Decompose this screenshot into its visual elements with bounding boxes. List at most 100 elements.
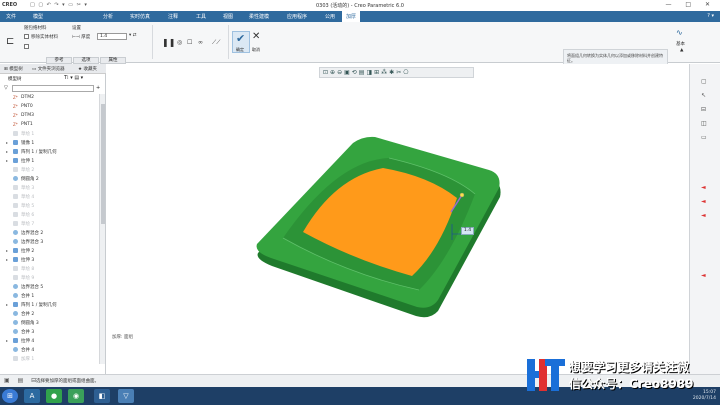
scrollbar-thumb[interactable] [101, 104, 105, 224]
tab-tools[interactable]: 工具 [196, 13, 206, 20]
expand-icon[interactable]: ▸ [6, 248, 8, 253]
tree-scrollbar[interactable] [99, 94, 105, 364]
tab-view[interactable]: 视图 [223, 13, 233, 20]
flip-direction-icon[interactable]: ▾ ⇄ [129, 33, 136, 38]
minimize-button[interactable]: — [665, 1, 677, 8]
expand-icon[interactable]: ▸ [6, 158, 8, 163]
expand-icon[interactable]: ▸ [6, 338, 8, 343]
perspective-icon[interactable]: ⎔ [403, 69, 410, 76]
expand-icon[interactable]: ▸ [6, 257, 8, 262]
alert-icon[interactable]: ◄ [701, 272, 706, 279]
curve-icon[interactable]: ∿ [676, 28, 683, 37]
tab-applications[interactable]: 应用程序 [287, 13, 307, 20]
tab-common[interactable]: 公用 [325, 13, 335, 20]
tree-settings-icon[interactable]: T⁞ ▾ ▤ ▾ [64, 75, 83, 81]
expand-icon[interactable]: ▸ [6, 302, 8, 307]
tree-item[interactable]: 草绘 4 [0, 193, 98, 202]
tab-properties[interactable]: 属性 [100, 57, 126, 64]
tree-item[interactable]: ▸ 拉伸 1 [0, 157, 98, 166]
tree-item[interactable]: 边界混合 3 [0, 238, 98, 247]
preview-icon[interactable]: ◎ [177, 39, 182, 46]
tree-item[interactable]: ▸ 拉伸 3 [0, 256, 98, 265]
tree-item[interactable]: Z* DTM3 [0, 112, 98, 121]
tree-item[interactable]: 草绘 9 [0, 274, 98, 283]
tree-item[interactable]: ▸ 拉伸 4 [0, 337, 98, 346]
tree-item[interactable]: 草绘 1 [0, 130, 98, 139]
tree-item[interactable]: Z* DTM2 [0, 94, 98, 103]
creo-taskbar-icon[interactable]: ▽ [118, 389, 134, 403]
tab-favorites[interactable]: ★ 收藏夹 [78, 66, 97, 72]
close-button[interactable]: ✕ [705, 1, 716, 8]
tab-options[interactable]: 选项 [73, 57, 99, 64]
tree-item[interactable]: ▸ 阵列 1 / 复制几何 [0, 301, 98, 310]
app-taskbar-icon[interactable]: A [24, 389, 40, 403]
status-icons[interactable]: ▣ ▤ ⊟ [4, 377, 39, 384]
tree-item[interactable]: 加厚 1 [0, 355, 98, 364]
tree-item[interactable]: ▸ 阵列 1 / 复制几何 [0, 148, 98, 157]
tree-item[interactable]: 合并 1 [0, 292, 98, 301]
tree-item[interactable]: 草绘 2 [0, 166, 98, 175]
alert-icon[interactable]: ◄ [701, 212, 706, 219]
render-icon[interactable]: ◫ [701, 120, 707, 127]
verify-icon[interactable]: ☐ [187, 39, 192, 46]
tree-search-input[interactable] [12, 85, 94, 92]
properties-icon[interactable]: ▭ [701, 134, 707, 141]
pause-icon[interactable]: ❚❚ [162, 38, 175, 47]
dimension-tag[interactable]: 1.4 [461, 227, 474, 235]
window-controls[interactable]: — □ ✕ [665, 1, 716, 8]
repaint-icon[interactable]: ▣ [344, 69, 352, 76]
start-button[interactable]: ⊞ [2, 389, 18, 403]
tab-live-simulation[interactable]: 实时仿真 [130, 13, 150, 20]
cursor-icon[interactable]: ↖ [701, 92, 706, 99]
tree-item[interactable]: 草绘 5 [0, 202, 98, 211]
tree-item[interactable]: 草绘 8 [0, 265, 98, 274]
alert-icon[interactable]: ◄ [701, 184, 706, 191]
glasses-icon[interactable]: ∞ [198, 39, 203, 46]
retain-copy-checkbox[interactable] [24, 44, 31, 50]
tab-flexible-modeling[interactable]: 柔性建模 [249, 13, 269, 20]
alert-icon[interactable]: ◄ [701, 198, 706, 205]
model-viewport[interactable] [107, 64, 689, 374]
ok-button[interactable]: ✔ 确定 [232, 31, 250, 53]
tree-item[interactable]: 草绘 3 [0, 184, 98, 193]
collapse-icon[interactable]: ▲ [680, 48, 683, 53]
tab-annotate[interactable]: 注释 [168, 13, 178, 20]
tree-item[interactable]: 倒圆角 2 [0, 175, 98, 184]
tree-item[interactable]: 草绘 6 [0, 211, 98, 220]
annotation-display-icon[interactable]: ⁂ [381, 69, 389, 76]
graphics-area[interactable]: 1.4 ⊡⊕⊖▣⟲▤◨⊞⁂✱✂⎔ 加厚: 面组 [107, 64, 689, 374]
tree-item[interactable]: 边界混合 5 [0, 283, 98, 292]
basic-label[interactable]: 基本 [676, 41, 685, 47]
orientation-icon[interactable]: ⟲ [352, 69, 359, 76]
feature-preview-icon[interactable]: ⟋⟋ [212, 39, 220, 47]
tab-references[interactable]: 参考 [46, 57, 72, 64]
remove-material-checkbox[interactable]: 移除实体材料 [24, 34, 58, 40]
tree-item[interactable]: ▸ 镜像 1 [0, 139, 98, 148]
help-icon[interactable]: ? ▾ [707, 13, 714, 19]
add-icon[interactable]: + [96, 85, 100, 91]
tab-model[interactable]: 模型 [33, 13, 43, 20]
maximize-button[interactable]: □ [685, 1, 697, 8]
appearance-icon[interactable]: ▢ [701, 78, 707, 85]
expand-icon[interactable]: ▸ [6, 140, 8, 145]
tree-item[interactable]: 草绘 7 [0, 220, 98, 229]
tree-item[interactable]: 合并 4 [0, 346, 98, 355]
refit-icon[interactable]: ⊡ [323, 69, 330, 76]
tree-item[interactable]: Z* PNT1 [0, 121, 98, 130]
layer-icon[interactable]: ⊟ [701, 106, 706, 113]
tree-item[interactable]: 倒圆角 3 [0, 319, 98, 328]
tree-item[interactable]: 合并 2 [0, 310, 98, 319]
app-taskbar-icon[interactable]: ◧ [94, 389, 110, 403]
zoom-in-icon[interactable]: ⊕ [330, 69, 337, 76]
tree-item[interactable]: 边界混合 2 [0, 229, 98, 238]
expand-icon[interactable]: ▸ [6, 149, 8, 154]
tree-item[interactable]: ▸ 拉伸 2 [0, 247, 98, 256]
thicken-surface-icon[interactable]: ⊏ [6, 36, 14, 47]
app-taskbar-icon[interactable]: ● [46, 389, 62, 403]
tab-analysis[interactable]: 分析 [103, 13, 113, 20]
tab-model-tree[interactable]: ⊞ 模型树 [4, 66, 23, 72]
cancel-button[interactable]: ✕ [252, 31, 260, 42]
filter-icon[interactable]: ▽ [4, 85, 8, 91]
display-style-icon[interactable]: ◨ [366, 69, 374, 76]
tab-folder-browser[interactable]: ▭ 文件夹浏览器 [32, 66, 65, 72]
